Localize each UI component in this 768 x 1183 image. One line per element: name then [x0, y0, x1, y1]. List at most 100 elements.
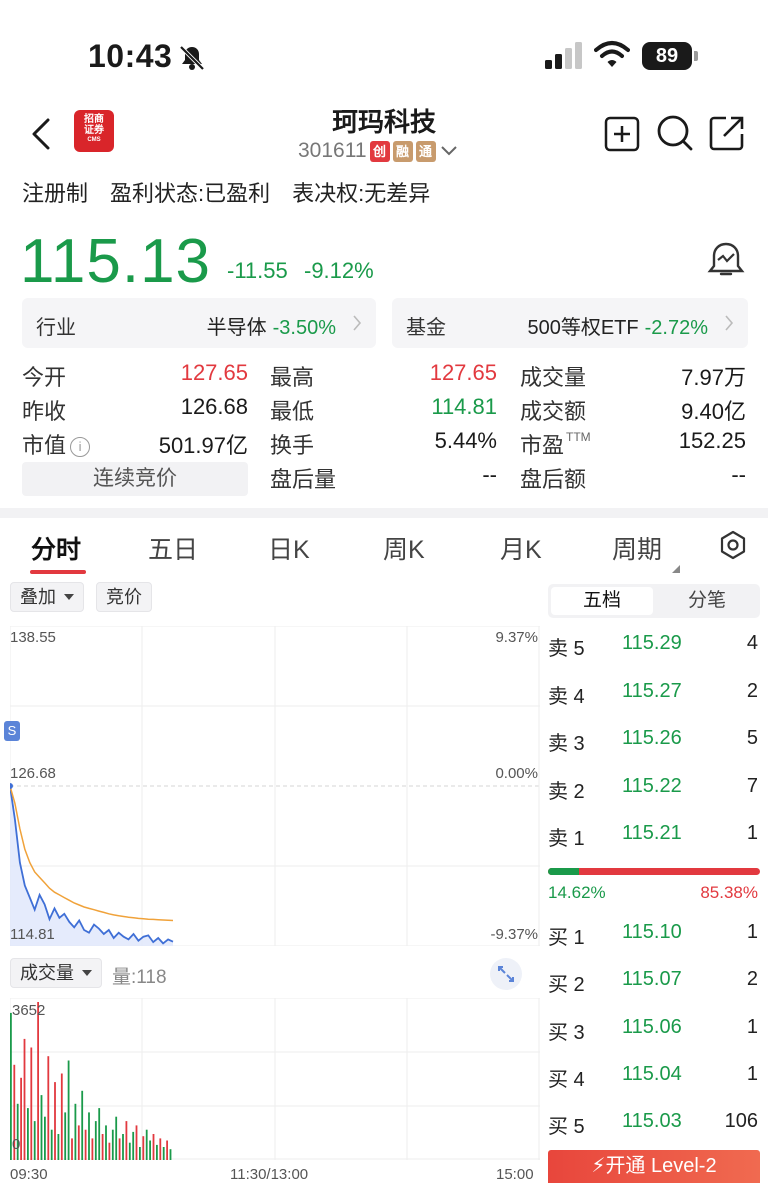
search-icon[interactable]	[656, 114, 694, 152]
share-icon[interactable]	[708, 114, 746, 152]
industry-card[interactable]: 行业 半导体 -3.50%	[22, 298, 376, 348]
volume-bar	[108, 1142, 111, 1160]
pct-label-bottom: -9.37%	[490, 926, 538, 943]
pe-value: 152.25	[678, 428, 746, 453]
price-alert-icon[interactable]	[706, 240, 746, 280]
prev-close-label: 昨收	[22, 399, 67, 424]
volume-indicator-dropdown[interactable]: 成交量	[10, 958, 102, 988]
level2-upgrade-button[interactable]: ⚡开通 Level-2	[548, 1150, 760, 1183]
overlay-dropdown[interactable]: 叠加	[10, 582, 84, 612]
volume-bar	[67, 1060, 70, 1160]
volume-bar	[152, 1134, 155, 1160]
volume-bar	[64, 1112, 67, 1160]
volume-bar	[81, 1090, 84, 1160]
bid-row[interactable]: 买 5 115.03 106	[548, 1110, 760, 1140]
add-watchlist-icon[interactable]	[604, 116, 640, 152]
tab-five-levels[interactable]: 五档	[551, 587, 653, 615]
y-label-top: 138.55	[10, 629, 56, 646]
ask-row[interactable]: 卖 5 115.29 4	[548, 632, 760, 662]
ask-row[interactable]: 卖 4 115.27 2	[548, 680, 760, 710]
ask-side: 卖 3	[548, 733, 585, 755]
ask-qty: 4	[746, 632, 758, 654]
industry-label: 行业	[36, 317, 76, 339]
chevron-down-icon[interactable]	[440, 144, 458, 158]
stock-code-selector[interactable]: 301611 创 融 通	[298, 138, 458, 164]
bid-row[interactable]: 买 2 115.07 2	[548, 968, 760, 998]
ask-row[interactable]: 卖 1 115.21 1	[548, 822, 760, 852]
battery-tip	[694, 51, 698, 61]
bid-side: 买 4	[548, 1068, 585, 1091]
ask-row[interactable]: 卖 2 115.22 7	[548, 775, 760, 805]
bid-row[interactable]: 买 1 115.10 1	[548, 921, 760, 951]
tab-period[interactable]: 周期	[612, 530, 662, 566]
bid-side: 买 2	[548, 974, 585, 997]
volume-chart[interactable]: 3652 0	[9, 997, 540, 1160]
volume-bar	[142, 1136, 145, 1160]
pct-label-mid: 0.00%	[495, 765, 538, 782]
volume-bar	[149, 1140, 151, 1160]
listing-info: 注册制 盈利状态:已盈利 表决权:无差异	[22, 176, 430, 208]
volume-bar	[20, 1077, 22, 1160]
volume-bar	[105, 1125, 107, 1160]
amount-value: 9.40亿	[681, 399, 746, 424]
bid-row[interactable]: 买 3 115.06 1	[548, 1016, 760, 1046]
bid-qty: 2	[746, 968, 758, 991]
tab-daily-k[interactable]: 日K	[268, 530, 310, 566]
fund-pct: -2.72%	[644, 317, 708, 339]
volume-bar	[37, 1002, 39, 1160]
bid-qty: 1	[746, 921, 758, 943]
chart-grid	[9, 625, 540, 947]
market-cap-label: 市值 i	[22, 428, 91, 460]
tab-monthly-k[interactable]: 月K	[500, 530, 542, 566]
wifi-icon	[594, 41, 630, 67]
volume-bar	[23, 1038, 26, 1160]
volume-bar	[122, 1134, 124, 1160]
pe-label: 市盈 TTM	[520, 428, 591, 460]
volume-bar	[118, 1138, 121, 1160]
registration-system: 注册制	[22, 181, 89, 206]
overlay-label: 叠加	[20, 587, 56, 607]
continuous-auction-button[interactable]: 连续竞价	[22, 462, 248, 496]
quote-row: 今开 127.65 最高 127.65 成交量 7.97万	[22, 360, 748, 394]
tab-intraday[interactable]: 分时	[31, 530, 81, 566]
volume-bars	[10, 1002, 172, 1160]
chevron-right-icon	[725, 315, 734, 331]
intraday-chart[interactable]: 138.55 126.68 114.81 9.37% 0.00% -9.37% …	[4, 625, 540, 947]
ask-side: 卖 2	[548, 780, 585, 803]
sell-marker[interactable]: S	[4, 721, 20, 741]
volume-bar	[101, 1134, 104, 1160]
bid-side: 买 3	[548, 1021, 585, 1044]
tab-weekly-k[interactable]: 周K	[383, 530, 425, 566]
stock-code: 301611	[298, 139, 367, 162]
bid-row[interactable]: 买 4 115.04 1	[548, 1063, 760, 1093]
volume-bar	[88, 1112, 90, 1160]
volume-bar	[71, 1138, 73, 1160]
after-hours-amount-value: --	[731, 462, 746, 487]
fund-card[interactable]: 基金 500等权ETF -2.72%	[392, 298, 748, 348]
turnover-value: 5.44%	[434, 428, 497, 453]
bid-ask-ratio-bar	[548, 868, 760, 875]
ask-row[interactable]: 卖 3 115.26 5	[548, 727, 760, 757]
volume-bar	[50, 1129, 53, 1160]
average-price-line	[9, 785, 174, 922]
tab-five-day[interactable]: 五日	[148, 530, 198, 566]
bid-qty: 1	[746, 1015, 758, 1038]
volume-bar	[169, 1149, 172, 1160]
status-bar: 10:43 89	[0, 0, 768, 110]
info-icon[interactable]: i	[70, 437, 91, 457]
volume-bar	[33, 1121, 36, 1160]
volume-bar	[162, 1147, 165, 1160]
market-cap-value: 501.97亿	[158, 433, 248, 458]
expand-chart-icon[interactable]	[490, 958, 522, 990]
ask-qty: 1	[746, 822, 758, 844]
bid-qty: 106	[724, 1110, 758, 1133]
settings-icon[interactable]	[718, 530, 748, 560]
quote-row: 市值 i 501.97亿 换手 5.44% 市盈 TTM 152.25	[22, 428, 748, 462]
tab-tick-trades[interactable]: 分笔	[656, 587, 758, 615]
ask-qty: 2	[746, 679, 758, 702]
price-start-marker	[7, 783, 13, 789]
volume-bar	[77, 1125, 80, 1160]
amount-label: 成交额	[520, 399, 587, 424]
volume-bar	[54, 1082, 56, 1160]
auction-toggle[interactable]: 竞价	[96, 582, 152, 612]
